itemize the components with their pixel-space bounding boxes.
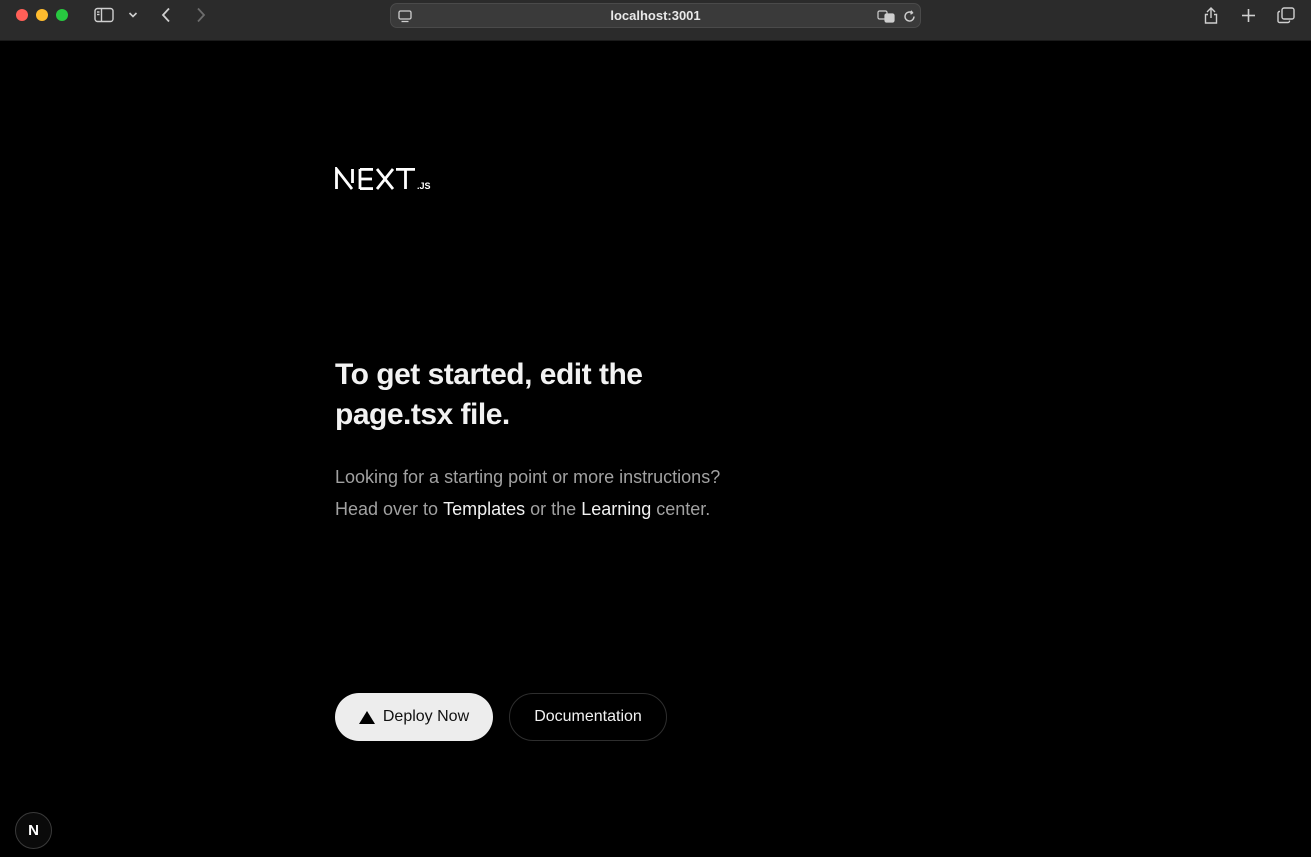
- address-bar[interactable]: localhost:3001: [390, 3, 921, 28]
- nextjs-logo: .JS: [335, 164, 437, 191]
- tab-overview-icon[interactable]: [1275, 5, 1297, 25]
- vercel-triangle-icon: [358, 710, 375, 724]
- forward-arrow-icon[interactable]: [192, 5, 210, 25]
- documentation-button-label: Documentation: [534, 708, 642, 725]
- description-suffix: center.: [656, 499, 711, 519]
- templates-link[interactable]: Templates: [443, 499, 525, 519]
- page-description: Looking for a starting point or more ins…: [335, 461, 775, 525]
- close-window-button[interactable]: [16, 9, 28, 21]
- description-middle: or the: [530, 499, 577, 519]
- browser-toolbar: localhost:3001: [0, 0, 1311, 41]
- page-title: To get started, edit the page.tsx file.: [335, 358, 643, 431]
- maximize-window-button[interactable]: [56, 9, 68, 21]
- deploy-button-label: Deploy Now: [382, 708, 470, 725]
- logo-suffix: .JS: [417, 181, 431, 191]
- documentation-button[interactable]: Documentation: [509, 693, 667, 741]
- new-tab-icon[interactable]: [1238, 5, 1258, 25]
- page-content: .JS To get started, edit the page.tsx fi…: [0, 41, 1311, 857]
- description-prefix: Head over to: [335, 499, 439, 519]
- nextjs-dev-indicator[interactable]: N: [15, 812, 52, 849]
- url-text: localhost:3001: [610, 8, 701, 23]
- minimize-window-button[interactable]: [36, 9, 48, 21]
- learning-link[interactable]: Learning: [581, 499, 651, 519]
- chevron-down-icon[interactable]: [126, 8, 140, 22]
- dev-indicator-letter: N: [28, 822, 39, 839]
- deploy-now-button[interactable]: Deploy Now: [335, 693, 493, 741]
- share-icon[interactable]: [1201, 4, 1221, 26]
- translate-icon[interactable]: [877, 8, 895, 24]
- sidebar-toggle-icon[interactable]: [93, 6, 115, 24]
- reload-icon[interactable]: [901, 8, 917, 24]
- back-arrow-icon[interactable]: [157, 5, 175, 25]
- description-line1: Looking for a starting point or more ins…: [335, 467, 721, 487]
